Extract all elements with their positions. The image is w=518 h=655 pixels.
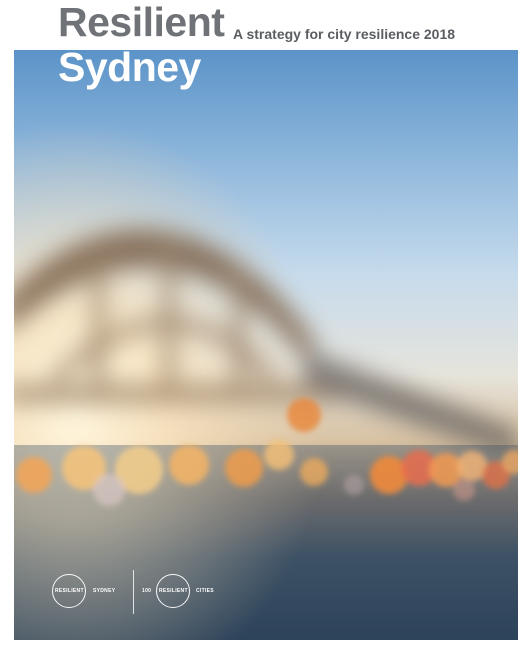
logo-side-text: CITIES — [196, 588, 214, 594]
logo-number-text: 100 — [142, 588, 152, 594]
bridge-bokeh-illustration — [14, 50, 518, 640]
logo-divider — [133, 570, 134, 614]
cover-title-line2: Sydney — [58, 50, 201, 90]
partner-logos: RESILIENT SYDNEY 100 RESILIENT CITIES — [44, 570, 284, 614]
cover-photo-blurred-harbour-bridge: Sydney RESILIENT SYDNEY 100 RESILIENT CI… — [14, 50, 518, 640]
logo-ring-text: RESILIENT — [159, 588, 188, 594]
logo-side-text: SYDNEY — [93, 588, 116, 594]
report-cover: Resilient A strategy for city resilience… — [0, 0, 518, 655]
logo-ring-text: RESILIENT — [55, 588, 84, 594]
cover-title-line1: Resilient — [58, 0, 225, 45]
cover-tagline: A strategy for city resilience 2018 — [233, 26, 456, 42]
